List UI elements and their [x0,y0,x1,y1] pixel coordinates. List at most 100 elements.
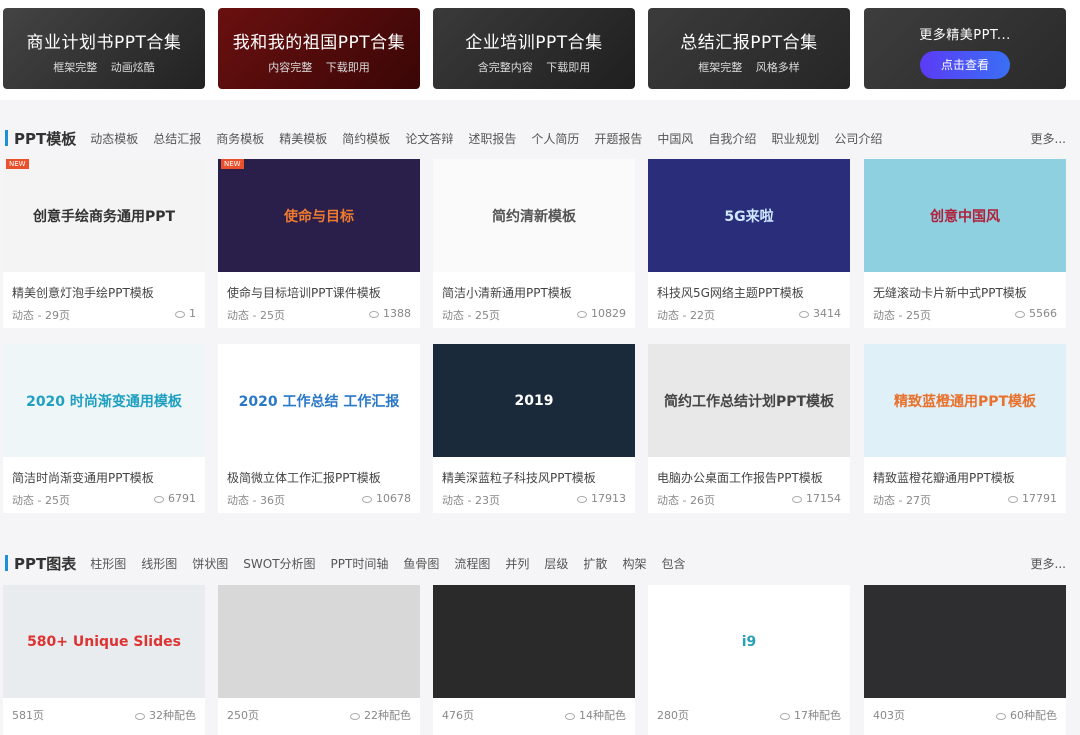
banner-1[interactable]: 我和我的祖国PPT合集 内容完整 下载即用 [218,8,420,89]
category-link[interactable]: 并列 [505,555,529,572]
category-link[interactable]: 包含 [661,555,685,572]
category-link[interactable]: 中国风 [657,130,693,147]
banner-4[interactable]: 更多精美PPT... 点击查看 [864,8,1066,89]
template-name[interactable]: 简洁时尚渐变通用PPT模板 [3,457,205,487]
chart-thumbnail[interactable] [433,585,635,698]
view-count: 17791 [1022,492,1057,505]
page-count: 280页 [657,709,689,722]
template-card[interactable]: NEW 创意手绘商务通用PPT 精美创意灯泡手绘PPT模板 动态 - 29页 1 [3,159,205,328]
thumbnail-caption: 创意手绘商务通用PPT [32,208,176,225]
template-thumbnail[interactable]: 2019 [433,344,635,457]
category-link[interactable]: PPT时间轴 [331,555,389,572]
category-link[interactable]: 自我介绍 [708,130,756,147]
template-name[interactable]: 简洁小清新通用PPT模板 [433,272,635,302]
template-meta: 动态 - 25页 [442,309,500,322]
template-card[interactable]: 2020 工作总结 工作汇报 极简微立体工作汇报PPT模板 动态 - 36页 1… [218,344,420,513]
category-link[interactable]: 商务模板 [216,130,264,147]
color-count: 22种配色 [364,709,411,722]
thumbnail-caption: 580+ Unique Slides [27,633,181,650]
section-title: PPT图表 [14,554,77,573]
view-count: 1 [189,307,196,320]
view-more-button[interactable]: 点击查看 [920,51,1010,79]
template-card[interactable]: 2020 时尚渐变通用模板 简洁时尚渐变通用PPT模板 动态 - 25页 679… [3,344,205,513]
category-link[interactable]: 动态模板 [90,130,138,147]
category-link[interactable]: 述职报告 [468,130,516,147]
template-card[interactable]: 简约工作总结计划PPT模板 电脑办公桌面工作报告PPT模板 动态 - 26页 1… [648,344,850,513]
template-thumbnail[interactable]: 创意中国风 [864,159,1066,272]
template-thumbnail[interactable]: 5G来啦 [648,159,850,272]
thumbnail-caption: 2020 时尚渐变通用模板 [26,393,182,410]
banner-2[interactable]: 企业培训PPT合集 含完整内容 下载即用 [433,8,635,89]
eye-icon [1015,310,1025,318]
banner-title: 总结汇报PPT合集 [680,33,818,53]
template-name[interactable]: 精致蓝橙花瓣通用PPT模板 [864,457,1066,487]
banner-3[interactable]: 总结汇报PPT合集 框架完整 风格多样 [648,8,850,89]
chart-card[interactable]: 403页 60种配色 [864,585,1066,735]
chart-card[interactable]: 250页 22种配色 [218,585,420,735]
template-thumbnail[interactable]: 简约工作总结计划PPT模板 [648,344,850,457]
category-link[interactable]: SWOT分析图 [243,555,315,572]
template-card[interactable]: NEW 使命与目标 使命与目标培训PPT课件模板 动态 - 25页 1388 [218,159,420,328]
new-badge: NEW [221,159,244,169]
template-thumbnail[interactable]: NEW 创意手绘商务通用PPT [3,159,205,272]
category-link[interactable]: 总结汇报 [153,130,201,147]
banner-subtitle: 框架完整 动画炫酷 [53,61,155,74]
chart-thumbnail[interactable]: 580+ Unique Slides [3,585,205,698]
chart-card[interactable]: 580+ Unique Slides 581页 32种配色 [3,585,205,735]
template-card[interactable]: 2019 精美深蓝粒子科技风PPT模板 动态 - 23页 17913 [433,344,635,513]
template-name[interactable]: 使命与目标培训PPT课件模板 [218,272,420,302]
chart-card[interactable]: i9 280页 17种配色 [648,585,850,735]
banner-title: 我和我的祖国PPT合集 [232,33,406,53]
template-name[interactable]: 精美创意灯泡手绘PPT模板 [3,272,205,302]
eye-icon [369,310,379,318]
template-meta: 动态 - 29页 [12,309,70,322]
category-link[interactable]: 扩散 [583,555,607,572]
category-link[interactable]: 流程图 [454,555,490,572]
category-link[interactable]: 精美模板 [279,130,327,147]
template-thumbnail[interactable]: 2020 时尚渐变通用模板 [3,344,205,457]
template-thumbnail[interactable]: 2020 工作总结 工作汇报 [218,344,420,457]
more-templates-link[interactable]: 更多... [1031,130,1066,147]
template-thumbnail[interactable]: 简约清新模板 [433,159,635,272]
section-title: PPT模板 [14,129,77,148]
banner-subtitle: 含完整内容 下载即用 [477,61,591,74]
category-link[interactable]: 构架 [622,555,646,572]
category-link[interactable]: 职业规划 [771,130,819,147]
chart-thumbnail[interactable] [864,585,1066,698]
thumbnail-caption: 2019 [514,392,554,409]
template-name[interactable]: 电脑办公桌面工作报告PPT模板 [648,457,850,487]
category-link[interactable]: 鱼骨图 [403,555,439,572]
template-card[interactable]: 创意中国风 无缝滚动卡片新中式PPT模板 动态 - 25页 5566 [864,159,1066,328]
template-name[interactable]: 无缝滚动卡片新中式PPT模板 [864,272,1066,302]
view-count: 10829 [591,307,626,320]
category-link[interactable]: 论文答辩 [405,130,453,147]
chart-thumbnail[interactable] [218,585,420,698]
more-charts-link[interactable]: 更多... [1031,555,1066,572]
chart-thumbnail[interactable]: i9 [648,585,850,698]
charts-header: PPT图表 柱形图 线形图 饼状图 SWOT分析图 PPT时间轴 鱼骨图 流程图 并列 层级 扩散… [0,551,1080,575]
template-card[interactable]: 简约清新模板 简洁小清新通用PPT模板 动态 - 25页 10829 [433,159,635,328]
category-link[interactable]: 层级 [544,555,568,572]
banner-0[interactable]: 商业计划书PPT合集 框架完整 动画炫酷 [3,8,205,89]
category-link[interactable]: 公司介绍 [834,130,882,147]
template-name[interactable]: 科技风5G网络主题PPT模板 [648,272,850,302]
category-link[interactable]: 柱形图 [90,555,126,572]
category-link[interactable]: 个人简历 [531,130,579,147]
eye-icon [154,495,164,503]
template-card[interactable]: 精致蓝橙通用PPT模板 精致蓝橙花瓣通用PPT模板 动态 - 27页 17791 [864,344,1066,513]
category-link[interactable]: 饼状图 [192,555,228,572]
template-thumbnail[interactable]: NEW 使命与目标 [218,159,420,272]
template-card[interactable]: 5G来啦 科技风5G网络主题PPT模板 动态 - 22页 3414 [648,159,850,328]
category-link[interactable]: 简约模板 [342,130,390,147]
page-count: 476页 [442,709,474,722]
template-thumbnail[interactable]: 精致蓝橙通用PPT模板 [864,344,1066,457]
category-link[interactable]: 线形图 [141,555,177,572]
chart-card[interactable]: 476页 14种配色 [433,585,635,735]
thumbnail-caption: 5G来啦 [724,208,774,225]
category-link[interactable]: 开题报告 [594,130,642,147]
template-name[interactable]: 极简微立体工作汇报PPT模板 [218,457,420,487]
template-meta: 动态 - 25页 [873,309,931,322]
thumbnail-caption: i9 [741,633,757,650]
template-name[interactable]: 精美深蓝粒子科技风PPT模板 [433,457,635,487]
color-count: 14种配色 [579,709,626,722]
